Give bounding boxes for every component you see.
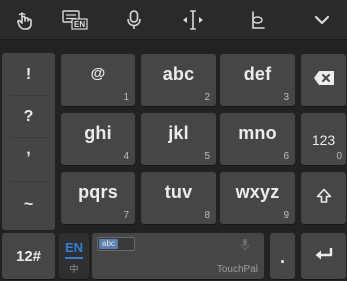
key-label: abc [162,64,195,84]
key-jkl-5[interactable]: jkl 5 [141,113,216,165]
collapse-chevron-icon [314,14,330,26]
backspace-icon [313,70,335,91]
key-pqrs-7[interactable]: pqrs 7 [61,172,135,224]
key-def-3[interactable]: def 3 [220,54,295,106]
question-key[interactable]: ? [2,108,55,126]
language-label-en: EN [64,240,84,255]
key-number: 9 [283,210,289,221]
symbols-label: 12# [15,248,42,265]
language-label-zh: 中 [69,264,79,274]
touch-gesture-icon [15,10,35,30]
comma-key[interactable]: , [2,141,55,159]
voice-input-button[interactable] [109,0,159,39]
numbers-key[interactable]: 123 0 [301,113,346,165]
key-number: 5 [204,151,210,162]
key-number: 3 [283,92,289,103]
gesture-button[interactable] [0,0,50,39]
edit-mode-icon [249,10,267,30]
language-keyboard-icon: EN [62,9,88,30]
edit-mode-button[interactable] [233,0,283,39]
key-number: 6 [283,151,289,162]
divider [10,95,47,96]
numbers-label: 123 [311,132,336,148]
language-badge: EN [74,19,86,29]
enter-return-icon [314,246,334,267]
key-wxyz-9[interactable]: wxyz 9 [220,172,295,224]
key-number: 4 [123,151,129,162]
language-underline [65,257,83,259]
key-ghi-4[interactable]: ghi 4 [61,113,135,165]
language-button[interactable]: EN [50,0,100,39]
enter-key[interactable] [301,233,346,279]
divider [10,137,47,138]
space-mode-toggle: abc [97,237,135,251]
shift-key[interactable] [301,172,346,224]
divider [10,181,47,182]
period-label: . [279,247,285,267]
space-brand-label: TouchPal [216,264,258,275]
key-label: mno [238,123,277,143]
key-label: pqrs [78,182,118,202]
key-at-1[interactable]: @ 1 [61,54,135,106]
space-key[interactable]: abc TouchPal [92,233,264,279]
key-abc-2[interactable]: abc 2 [141,54,216,106]
key-number: 8 [204,210,210,221]
key-label: jkl [168,123,189,143]
key-tuv-8[interactable]: tuv 8 [141,172,216,224]
key-label: ghi [84,123,112,143]
keyboard: EN ! ? , ~ @ 1 abc 2 def 3 ghi 4 jkl 5 m… [0,0,347,281]
shift-arrow-icon [316,188,332,209]
key-label: def [243,64,272,84]
tilde-key[interactable]: ~ [2,196,55,214]
collapse-toolbar-button[interactable] [297,0,347,39]
key-label: tuv [164,182,193,202]
key-mno-6[interactable]: mno 6 [220,113,295,165]
space-mode-badge: abc [99,239,118,249]
period-key[interactable]: . [270,233,295,279]
space-microphone-icon [240,238,250,257]
key-number: 2 [204,92,210,103]
language-switch-key[interactable]: EN 中 [59,233,89,279]
keyboard-toolbar: EN [0,0,347,40]
microphone-icon [125,9,143,31]
cursor-move-icon [181,9,205,31]
numbers-sub: 0 [336,151,342,162]
backspace-key[interactable] [301,54,346,106]
symbols-key[interactable]: 12# [2,233,55,279]
key-label: wxyz [235,182,280,202]
key-number: 1 [123,92,129,103]
punctuation-column: ! ? , ~ [2,53,55,230]
exclamation-key[interactable]: ! [2,66,55,84]
key-label: @ [90,65,106,82]
cursor-control-button[interactable] [168,0,218,39]
key-number: 7 [123,210,129,221]
